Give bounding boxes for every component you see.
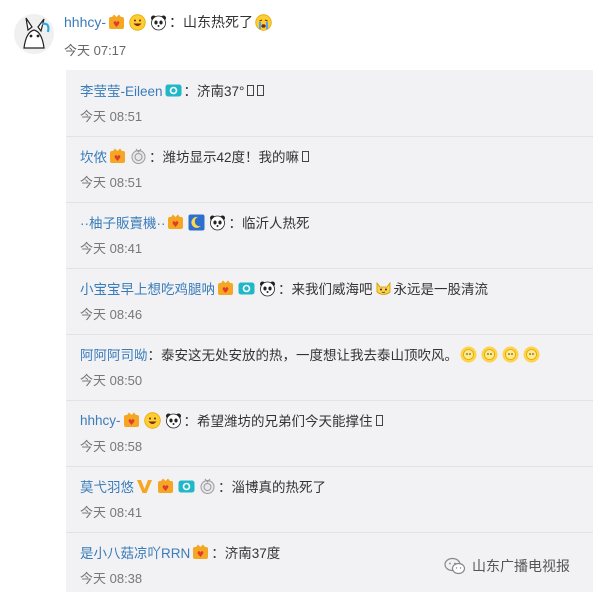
post-header: hhhcy- ♥ ： 山东热死了 <box>64 10 274 34</box>
comment-line: 阿阿阿司呦 ： 泰安这无处安放的热，一度想让我去泰山顶吹风。 <box>80 343 542 365</box>
camera-badge-icon <box>178 478 195 495</box>
avatar[interactable] <box>14 14 54 54</box>
panda-icon <box>259 280 276 297</box>
comment-separator: ： <box>218 480 232 495</box>
comment-separator: ： <box>149 150 163 165</box>
cat-emoji-icon <box>375 280 392 297</box>
comment-time: 今天 08:50 <box>80 373 143 388</box>
v-verified-icon <box>136 478 153 495</box>
comment-time: 今天 08:46 <box>80 307 143 322</box>
comment-separator: ： <box>183 84 198 99</box>
list-item: 莫弋羽悠 ♥ ： 淄博真的热死了 今天 08:41 <box>66 466 593 533</box>
watermark: 山东广播电视报 <box>444 555 570 577</box>
comment-text: 潍坊显示42度！我的嘛 <box>162 150 300 165</box>
panda-icon <box>165 412 182 429</box>
comment-text: 希望潍坊的兄弟们今天能撑住 <box>197 414 373 429</box>
missing-glyph <box>247 84 255 96</box>
post-text: 山东热死了 <box>183 14 254 30</box>
comment-time: 今天 08:41 <box>80 241 143 256</box>
comment-line: 莫弋羽悠 ♥ ： 淄博真的热死了 <box>80 475 326 497</box>
comment-line: hhhcy- ♥ ： 希望潍坊的兄弟们今天能撑住 <box>80 409 383 431</box>
vip-badge-icon: ♥ <box>167 214 184 231</box>
list-item: 阿阿阿司呦 ： 泰安这无处安放的热，一度想让我去泰山顶吹风。 今天 08:50 <box>66 334 593 401</box>
list-item: hhhcy- ♥ ： 希望潍坊的兄弟们今天能撑住 今天 08:58 <box>66 400 593 467</box>
moon-badge-icon <box>188 214 205 231</box>
missing-glyph <box>257 84 265 96</box>
missing-glyph <box>302 150 310 162</box>
camera-badge-icon <box>165 82 182 99</box>
post-time: 今天 07:17 <box>64 43 127 58</box>
comment-time: 今天 08:58 <box>80 439 143 454</box>
sun-emoji-icon <box>502 346 519 363</box>
comment-line: 李莹莹-Eileen ： 济南37° <box>80 79 265 101</box>
comment-username[interactable]: 坎侬 <box>80 146 107 166</box>
wechat-logo-icon <box>444 557 466 575</box>
camera-badge-icon <box>238 280 255 297</box>
vip-badge-icon: ♥ <box>109 148 126 165</box>
comment-time: 今天 08:41 <box>80 505 143 520</box>
svg-text:♥: ♥ <box>127 418 134 427</box>
comment-text: 淄博真的热死了 <box>231 480 327 495</box>
main-post: hhhcy- ♥ ： 山东热死了 今天 07:17 <box>0 0 593 66</box>
comment-line: 小宝宝早上想吃鸡腿呐 ♥ ： 来我们威海吧 永远是一股清流 <box>80 277 488 299</box>
medal-badge-icon <box>199 478 216 495</box>
comment-username[interactable]: ··柚子販賣機·· <box>80 212 165 232</box>
comment-time: 今天 08:38 <box>80 571 143 586</box>
comment-username[interactable]: 阿阿阿司呦 <box>80 344 148 364</box>
comment-text: 济南37° <box>197 84 245 99</box>
list-item: 小宝宝早上想吃鸡腿呐 ♥ ： 来我们威海吧 永远是一股清流 今天 08:46 <box>66 268 593 335</box>
comment-text: 临沂人热死 <box>241 216 310 231</box>
comment-username[interactable]: hhhcy- <box>80 413 121 428</box>
svg-text:♥: ♥ <box>114 154 121 163</box>
comment-text: 来我们威海吧 <box>291 282 373 297</box>
panda-icon <box>209 214 226 231</box>
comment-line: 是小八菇凉吖RRN ♥ ： 济南37度 <box>80 541 280 563</box>
list-item: ··柚子販賣機·· ♥ ： 临沂人热死 今天 08:41 <box>66 202 593 269</box>
sun-emoji-icon <box>523 346 540 363</box>
grin-emoji-icon <box>129 13 146 31</box>
sun-emoji-icon <box>481 346 498 363</box>
vip-badge-icon: ♥ <box>192 544 209 561</box>
comment-separator: ： <box>228 216 242 231</box>
list-item: 李莹莹-Eileen ： 济南37° 今天 08:51 <box>66 70 593 137</box>
missing-glyph <box>375 414 383 426</box>
vip-badge-icon: ♥ <box>157 478 174 495</box>
comment-line: ··柚子販賣機·· ♥ ： 临沂人热死 <box>80 211 309 233</box>
comment-list: 李莹莹-Eileen ： 济南37° 今天 08:51 坎侬 ♥ ： 潍坊显示4… <box>66 70 593 592</box>
vip-badge-icon: ♥ <box>108 14 125 31</box>
medal-badge-icon <box>130 148 147 165</box>
comment-separator: ： <box>147 348 162 363</box>
comment-separator: ： <box>183 414 198 429</box>
comment-time: 今天 08:51 <box>80 109 143 124</box>
comment-username[interactable]: 是小八菇凉吖RRN <box>80 542 190 562</box>
comment-time: 今天 08:51 <box>80 175 143 190</box>
grin-emoji-icon <box>143 411 161 429</box>
list-item: 坎侬 ♥ ： 潍坊显示42度！我的嘛 今天 08:51 <box>66 136 593 203</box>
crying-emoji-icon <box>255 13 272 31</box>
comment-text-2: 永远是一股清流 <box>393 282 489 297</box>
svg-text:♥: ♥ <box>222 286 229 295</box>
comment-username[interactable]: 莫弋羽悠 <box>80 476 134 496</box>
svg-text:♥: ♥ <box>172 220 179 229</box>
post-separator: ： <box>169 14 184 30</box>
comment-username[interactable]: 李莹莹-Eileen <box>80 80 163 100</box>
vip-badge-icon: ♥ <box>217 280 234 297</box>
comment-text: 泰安这无处安放的热，一度想让我去泰山顶吹风。 <box>161 348 458 363</box>
panda-icon <box>150 14 167 31</box>
sun-emoji-icon <box>460 346 477 363</box>
svg-text:♥: ♥ <box>113 20 120 29</box>
comment-separator: ： <box>211 546 225 561</box>
svg-text:♥: ♥ <box>197 550 204 559</box>
svg-text:♥: ♥ <box>162 484 169 493</box>
vip-badge-icon: ♥ <box>123 412 140 429</box>
comment-separator: ： <box>278 282 292 297</box>
post-username[interactable]: hhhcy- <box>64 14 106 30</box>
comment-text: 济南37度 <box>224 546 281 561</box>
comment-username[interactable]: 小宝宝早上想吃鸡腿呐 <box>80 278 215 298</box>
comment-line: 坎侬 ♥ ： 潍坊显示42度！我的嘛 <box>80 145 310 167</box>
watermark-text: 山东广播电视报 <box>472 558 570 574</box>
